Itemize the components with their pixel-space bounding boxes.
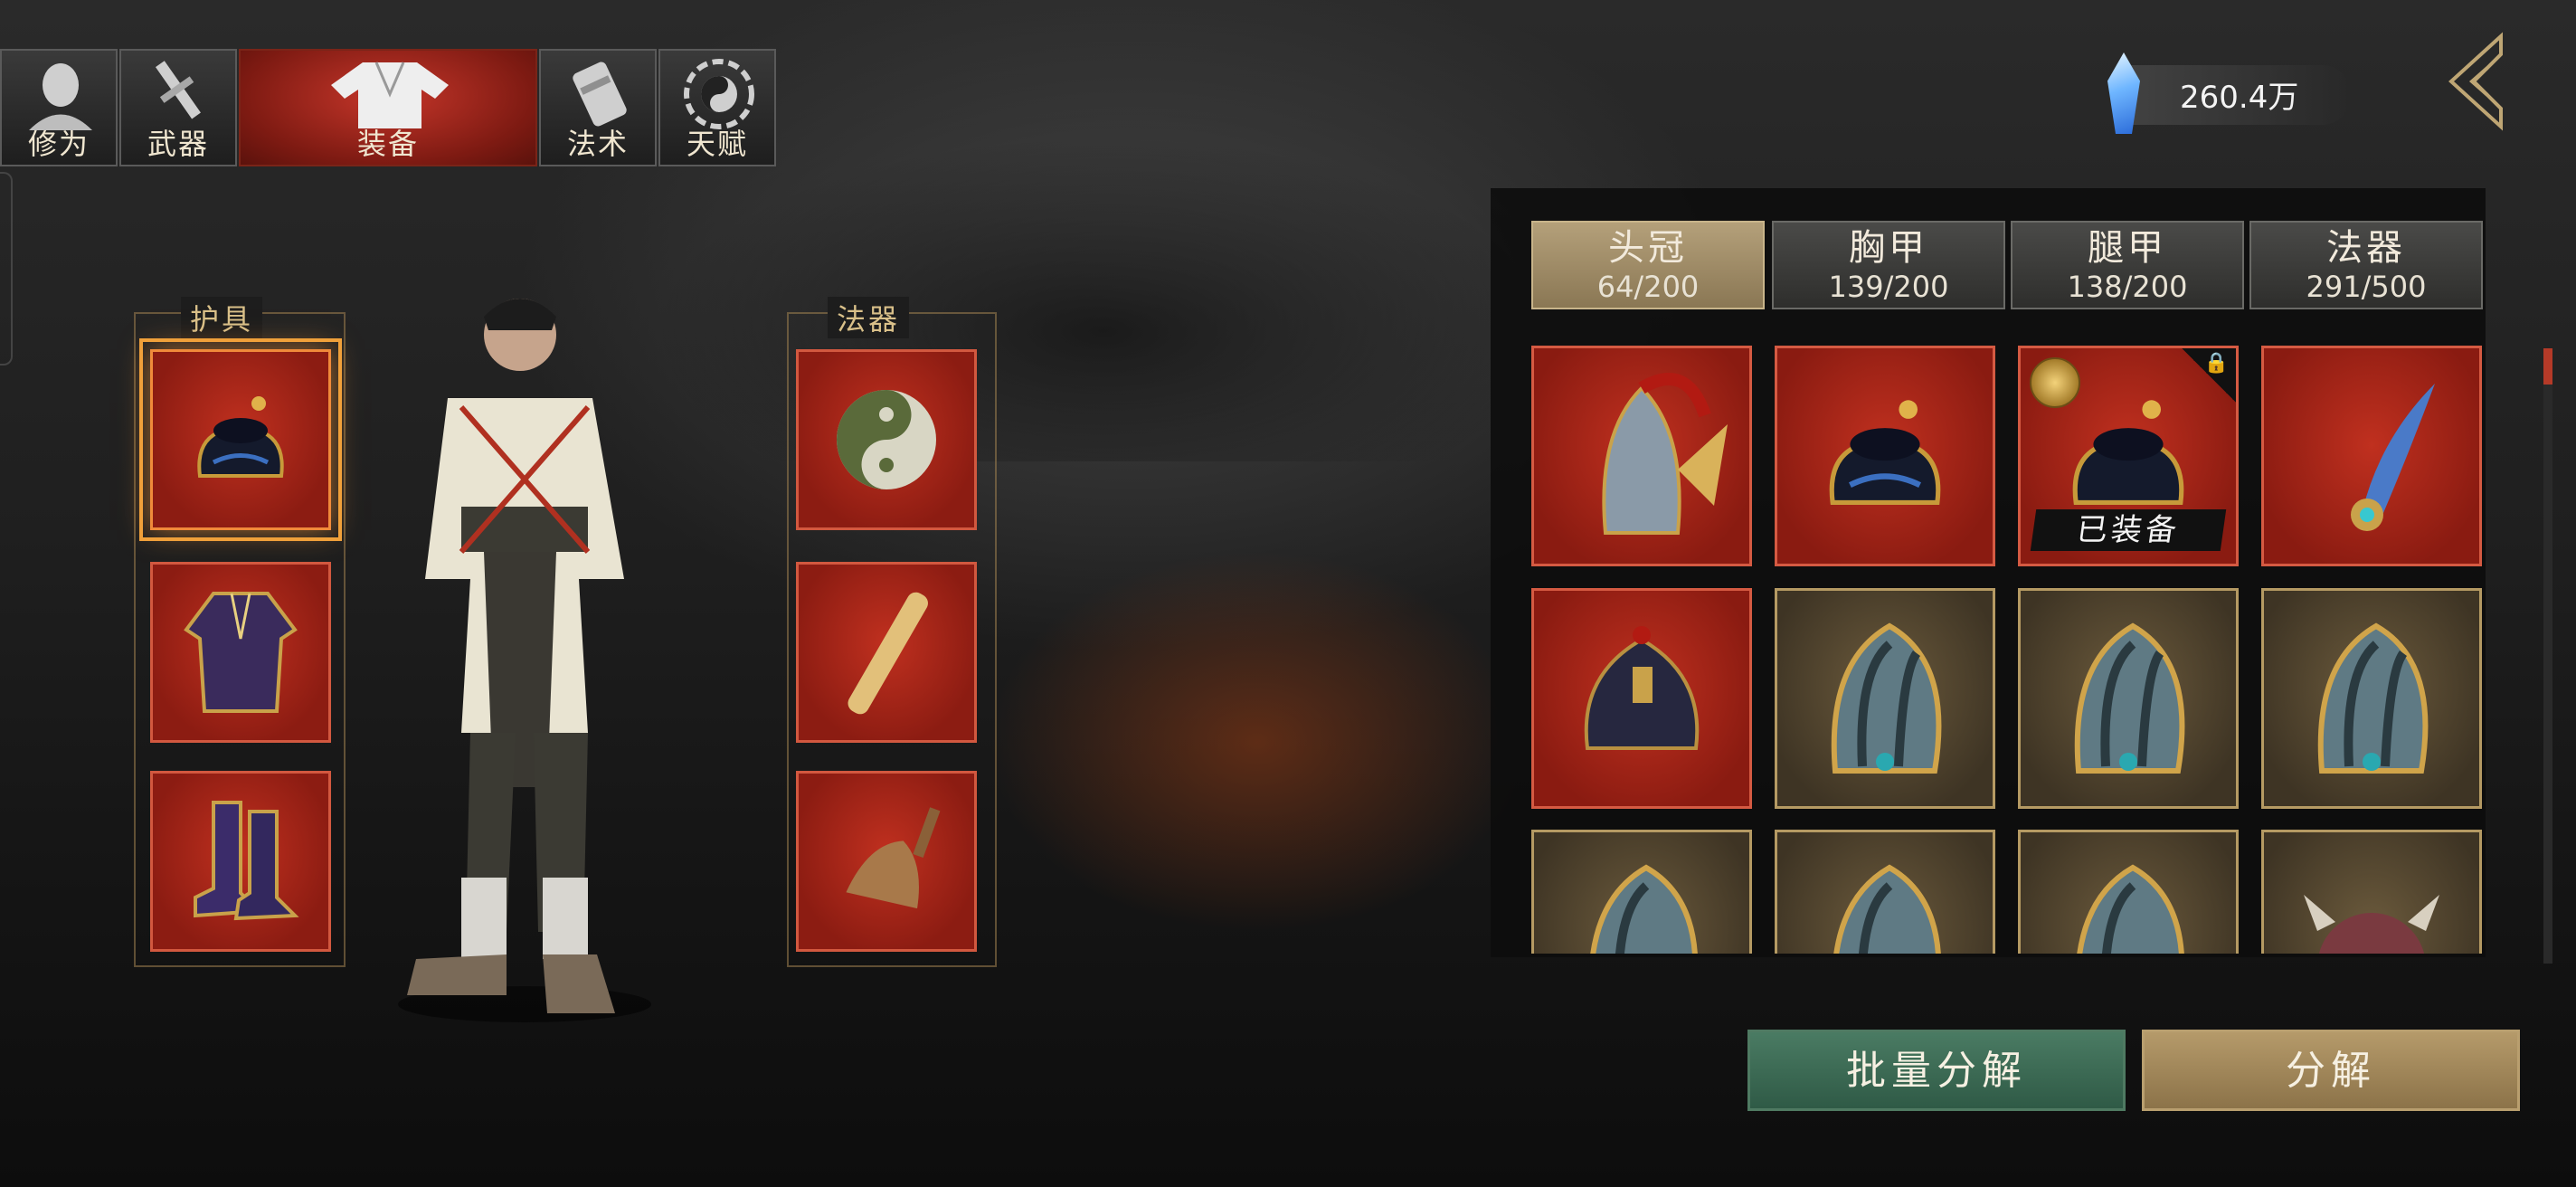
official-hat-icon xyxy=(1584,626,1700,750)
boots-slot[interactable] xyxy=(150,771,331,952)
category-label: 胸甲 xyxy=(1849,227,1928,269)
tab-equipment[interactable]: 装备 xyxy=(239,49,537,166)
inventory-scroll-thumb[interactable] xyxy=(2543,348,2552,385)
batch-decompose-button[interactable]: 批量分解 xyxy=(1747,1030,2126,1111)
tab-spell[interactable]: 法术 xyxy=(539,49,657,166)
category-count: 64/200 xyxy=(1596,270,1700,304)
artifact-slot-2[interactable] xyxy=(796,562,977,743)
currency-value: 260.4万 xyxy=(2180,80,2299,116)
tab-leg-armor[interactable]: 腿甲 138/200 xyxy=(2011,221,2244,309)
category-count: 291/500 xyxy=(2306,270,2427,304)
artifact-slot-1[interactable] xyxy=(796,349,977,530)
inventory-item[interactable] xyxy=(1531,588,1752,809)
robe-item-icon xyxy=(184,592,298,713)
crown-item-icon xyxy=(197,396,284,478)
inventory-item[interactable] xyxy=(2261,588,2482,809)
category-label: 腿甲 xyxy=(2088,227,2167,269)
leg-guard-icon xyxy=(2317,622,2429,774)
scroll-icon xyxy=(573,62,627,127)
tab-cultivation[interactable]: 修为 xyxy=(0,49,118,166)
inventory-item[interactable] xyxy=(2261,830,2482,954)
robe-icon xyxy=(331,62,449,128)
side-drawer-handle[interactable] xyxy=(0,172,13,366)
inventory-item[interactable] xyxy=(2261,346,2482,566)
leg-guard-icon xyxy=(1831,622,1942,774)
armor-section-title: 护具 xyxy=(181,297,263,338)
leg-guard-icon xyxy=(1833,864,1941,954)
beast-mask-icon xyxy=(2304,895,2439,954)
tab-weapon[interactable]: 武器 xyxy=(119,49,237,166)
artifact-section-title: 法器 xyxy=(828,297,910,338)
artifact-slot-3[interactable] xyxy=(796,771,977,952)
inventory-item[interactable] xyxy=(1775,588,1995,809)
inventory-item[interactable] xyxy=(1531,346,1752,566)
crown-item-icon xyxy=(1829,400,1941,505)
inventory-item[interactable] xyxy=(1775,346,1995,566)
lock-icon: 🔒 xyxy=(2182,348,2236,403)
inventory-item-equipped[interactable]: 🔒 已装备 xyxy=(2018,346,2239,566)
bamboo-scroll-icon xyxy=(848,592,928,715)
bagua-icon xyxy=(684,59,754,129)
back-arrow-icon xyxy=(2448,32,2503,131)
category-count: 138/200 xyxy=(2067,270,2188,304)
set-medal-icon xyxy=(2030,357,2080,408)
chest-slot[interactable] xyxy=(150,562,331,743)
leg-guard-icon xyxy=(2074,622,2185,774)
back-button[interactable] xyxy=(2438,32,2510,131)
inventory-grid: 🔒 已装备 xyxy=(1531,346,2483,954)
inventory-item[interactable] xyxy=(1775,830,1995,954)
yinyang-artifact-icon xyxy=(837,390,936,489)
helmet-slot[interactable] xyxy=(139,338,342,541)
leg-guard-icon xyxy=(2077,864,2184,954)
top-tab-bar: 修为 武器 装备 法术 天赋 xyxy=(0,49,778,166)
boots-item-icon xyxy=(194,801,299,921)
feather-hairpin-icon xyxy=(2351,384,2435,531)
inventory-item[interactable] xyxy=(2018,588,2239,809)
winged-helmet-icon xyxy=(1602,373,1728,535)
category-label: 法器 xyxy=(2326,227,2406,269)
inventory-scrollbar[interactable] xyxy=(2543,348,2552,964)
tab-chest-armor[interactable]: 胸甲 139/200 xyxy=(1772,221,2005,309)
sword-icon xyxy=(155,61,201,119)
cultivator-head-icon xyxy=(29,63,92,130)
tab-artifact[interactable]: 法器 291/500 xyxy=(2249,221,2483,309)
inventory-item[interactable] xyxy=(2018,830,2239,954)
tab-talent[interactable]: 天赋 xyxy=(658,49,776,166)
equipped-tag: 已装备 xyxy=(2030,509,2227,551)
decompose-button[interactable]: 分解 xyxy=(2142,1030,2520,1111)
leg-guard-icon xyxy=(1590,864,1698,954)
tab-crown[interactable]: 头冠 64/200 xyxy=(1531,221,1765,309)
bell-artifact-icon xyxy=(846,807,941,909)
category-label: 头冠 xyxy=(1608,227,1688,269)
inventory-item[interactable] xyxy=(1531,830,1752,954)
category-count: 139/200 xyxy=(1828,270,1949,304)
player-character xyxy=(398,299,651,1022)
